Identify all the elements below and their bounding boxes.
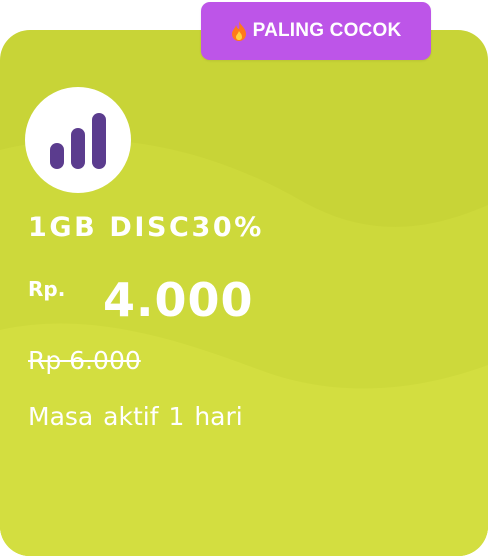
best-match-badge: PALING COCOK	[201, 2, 431, 60]
provider-logo	[25, 87, 131, 193]
fire-icon	[231, 21, 246, 41]
signal-bars-icon	[50, 113, 106, 169]
badge-label: PALING COCOK	[252, 20, 402, 41]
price-value: 4.000	[103, 273, 254, 327]
price-currency: Rp.	[28, 277, 66, 301]
package-card[interactable]: 1GB DISC30% Rp. 4.000 Rp 6.000 Masa akti…	[0, 30, 488, 556]
original-price: Rp 6.000	[28, 346, 141, 375]
validity-period: Masa aktif 1 hari	[28, 402, 243, 431]
plan-name: 1GB DISC30%	[28, 212, 264, 243]
